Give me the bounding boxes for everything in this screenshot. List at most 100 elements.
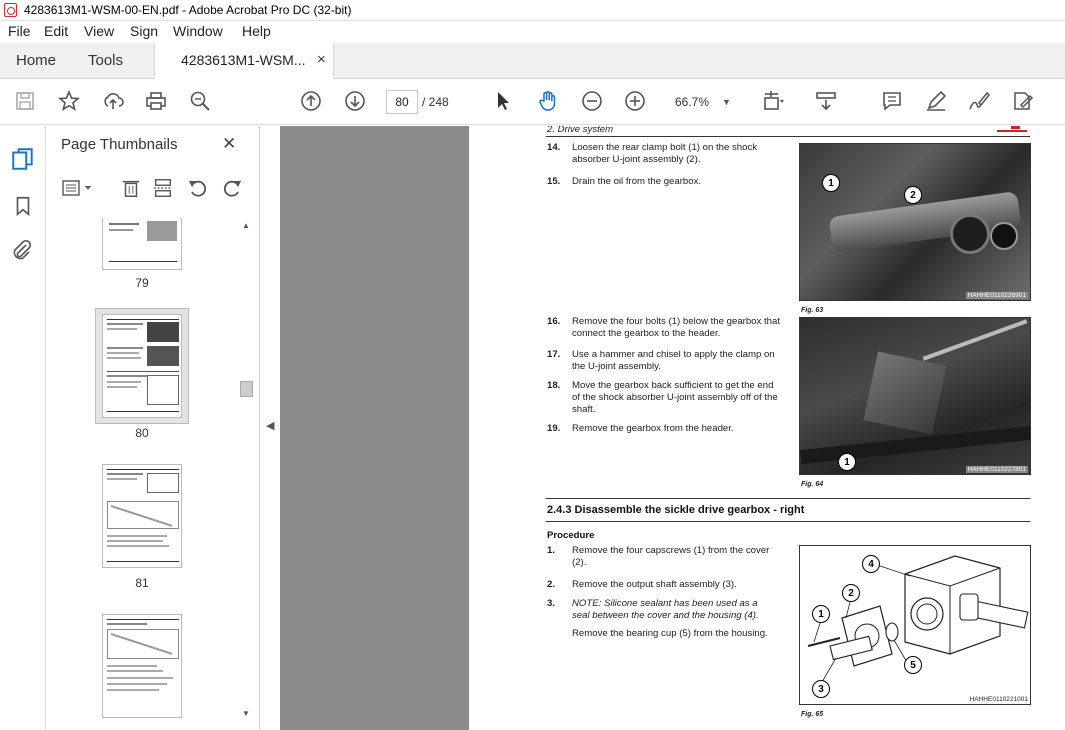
hand-tool-icon[interactable] (535, 89, 561, 115)
tab-document[interactable]: 4283613M1-WSM... × (154, 43, 334, 80)
thumbnail-page-82[interactable] (102, 614, 182, 718)
select-cursor-icon[interactable] (490, 89, 516, 115)
menu-sign[interactable]: Sign (130, 23, 158, 39)
step-number: 1. (547, 545, 556, 556)
callout-1: 1 (812, 605, 830, 623)
thumbnail-label-79: 79 (135, 276, 149, 290)
callout-4: 4 (862, 555, 880, 573)
zoom-in-icon[interactable] (622, 89, 648, 115)
menu-help[interactable]: Help (242, 23, 271, 39)
zoom-search-icon[interactable] (187, 89, 213, 115)
comment-icon[interactable] (879, 89, 905, 115)
step-text: NOTE: Silicone sealant has been used as … (572, 598, 759, 621)
menu-bar: File Edit View Sign Window Help (0, 21, 1065, 43)
title-bar: 4283613M1-WSM-00-EN.pdf - Adobe Acrobat … (0, 0, 1065, 21)
step-text: Drain the oil from the gearbox. (572, 176, 702, 187)
step-text: Remove the output shaft assembly (3). (572, 579, 737, 590)
scroll-mode-icon[interactable] (813, 89, 839, 115)
panel-title: Page Thumbnails (61, 136, 178, 153)
pdf-page: 2. Drive system 14. Loosen the rear clam… (469, 126, 1065, 730)
page-header: 2. Drive system (547, 126, 614, 135)
delete-page-icon[interactable] (120, 176, 142, 200)
step-text: Move the gearbox back sufficient to get … (572, 380, 778, 415)
close-tab-icon[interactable]: × (317, 51, 326, 68)
window-title: 4283613M1-WSM-00-EN.pdf - Adobe Acrobat … (24, 3, 352, 17)
attachments-icon[interactable] (10, 238, 34, 262)
insert-page-icon[interactable] (152, 176, 174, 200)
step-number: 2. (547, 579, 556, 590)
figure-65-caption: Fig. 65 (801, 711, 824, 718)
figure-63-caption: Fig. 63 (801, 307, 824, 314)
step-number: 19. (547, 423, 561, 434)
step-number: 3. (547, 598, 556, 609)
zoom-dropdown-chevron-icon[interactable]: ▼ (722, 97, 731, 107)
tab-bar: Home Tools 4283613M1-WSM... × (0, 43, 1065, 80)
fill-sign-icon[interactable] (1010, 89, 1036, 115)
page-thumbnails-icon[interactable] (10, 146, 36, 172)
thumbnails-panel: Page Thumbnails ✕ 79 80 81 ▲ ▼ (46, 126, 260, 730)
figure-64-caption: Fig. 64 (801, 481, 824, 488)
tab-tools[interactable]: Tools (88, 43, 123, 79)
menu-view[interactable]: View (84, 23, 114, 39)
step-number: 17. (547, 349, 561, 360)
left-rail (0, 126, 46, 730)
page-number-input[interactable]: 80 (386, 90, 418, 114)
step-text: Use a hammer and chisel to apply the cla… (572, 349, 775, 372)
bookmarks-icon[interactable] (12, 194, 34, 218)
thumbnail-page-81[interactable] (102, 464, 182, 568)
print-icon[interactable] (143, 89, 169, 115)
callout-5: 5 (904, 656, 922, 674)
thumbnail-list: 79 80 81 (46, 218, 260, 730)
thumbnail-scrollbar[interactable]: ▲ ▼ (240, 221, 253, 721)
step-text: Remove the four capscrews (1) from the c… (572, 545, 770, 568)
figure-65-drawing: 1 2 3 4 5 HAHHE0110221001 (799, 545, 1031, 705)
collapse-panel-icon[interactable]: ◀ (266, 419, 274, 432)
step-text: Loosen the rear clamp bolt (1) on the sh… (572, 142, 758, 165)
scroll-thumb[interactable] (240, 381, 253, 397)
rotate-left-icon[interactable] (186, 176, 210, 200)
figure-64-photo: 1 HAHHE0110227801 (799, 317, 1031, 475)
brand-logo (997, 126, 1027, 132)
panel-splitter[interactable]: ◀ (260, 126, 280, 730)
zoom-out-icon[interactable] (579, 89, 605, 115)
thumbnail-label-80: 80 (135, 426, 149, 440)
save-icon[interactable] (12, 89, 38, 115)
sign-pen-icon[interactable] (966, 89, 992, 115)
step-number: 15. (547, 176, 561, 187)
thumbnail-label-81: 81 (135, 576, 149, 590)
callout-1: 1 (822, 174, 840, 192)
scroll-up-icon[interactable]: ▲ (242, 221, 250, 230)
step-number: 14. (547, 142, 561, 153)
menu-window[interactable]: Window (173, 23, 223, 39)
previous-page-icon[interactable] (298, 89, 324, 115)
page-layout-icon[interactable] (760, 89, 786, 115)
next-page-icon[interactable] (342, 89, 368, 115)
thumbnail-page-79[interactable] (102, 218, 182, 270)
close-panel-icon[interactable]: ✕ (222, 134, 236, 154)
figure-63-code: HAHHE0110226901 (965, 292, 1028, 299)
callout-2: 2 (904, 186, 922, 204)
figure-64-code: HAHHE0110227801 (965, 466, 1028, 473)
rotate-right-icon[interactable] (220, 176, 244, 200)
scroll-down-icon[interactable]: ▼ (242, 709, 250, 718)
step-text: Remove the four bolts (1) below the gear… (572, 316, 780, 339)
figure-63-photo: 1 2 HAHHE0110226901 (799, 143, 1031, 301)
callout-1: 1 (838, 453, 856, 471)
menu-file[interactable]: File (8, 23, 31, 39)
thumbnail-page-80[interactable] (102, 314, 182, 418)
document-background (280, 126, 469, 730)
bookmark-star-icon[interactable] (56, 89, 82, 115)
menu-edit[interactable]: Edit (44, 23, 68, 39)
zoom-level[interactable]: 66.7% (675, 95, 709, 109)
thumbnail-options-icon[interactable] (61, 178, 95, 198)
page-total: / 248 (422, 95, 449, 109)
tab-document-label: 4283613M1-WSM... (181, 52, 306, 68)
section-rule-bottom (546, 521, 1030, 522)
figure-65-code: HAHHE0110221001 (969, 696, 1028, 703)
tab-home[interactable]: Home (16, 43, 56, 79)
step-number: 16. (547, 316, 561, 327)
highlight-pen-icon[interactable] (923, 89, 949, 115)
callout-2: 2 (842, 584, 860, 602)
upload-cloud-icon[interactable] (100, 89, 126, 115)
acrobat-icon (4, 3, 17, 17)
